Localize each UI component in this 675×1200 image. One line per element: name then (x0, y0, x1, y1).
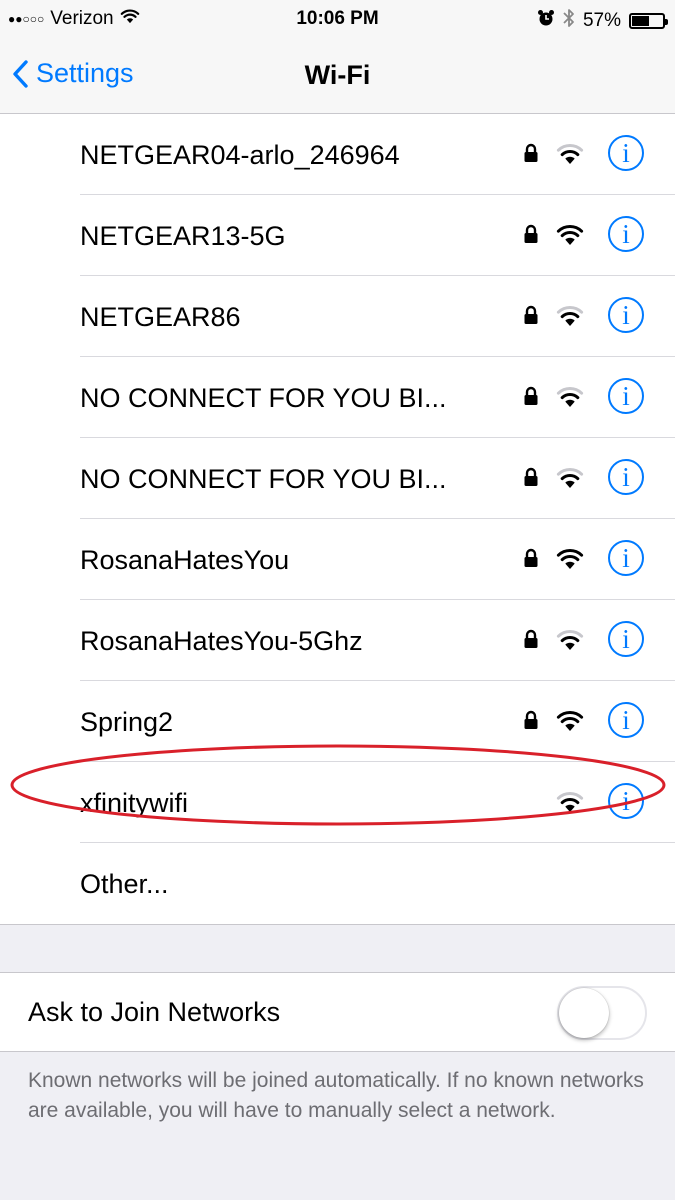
ask-to-join-footnote: Known networks will be joined automatica… (28, 1069, 644, 1122)
info-icon[interactable]: i (608, 540, 644, 576)
network-name: Spring2 (80, 707, 174, 737)
info-icon[interactable]: i (608, 135, 644, 171)
wifi-signal-icon (556, 791, 584, 818)
wifi-signal-icon (556, 305, 584, 332)
lock-icon (523, 629, 539, 654)
info-icon[interactable]: i (608, 297, 644, 333)
status-bar: ●●○○○ Verizon 10:06 PM 57% (0, 0, 675, 40)
lock-icon (523, 467, 539, 492)
lock-icon (523, 143, 539, 168)
wifi-signal-icon (556, 386, 584, 413)
info-icon[interactable]: i (608, 702, 644, 738)
navigation-bar: Settings Wi-Fi (0, 40, 675, 114)
page-title: Wi-Fi (304, 60, 371, 90)
network-name: RosanaHatesYou-5Ghz (80, 626, 363, 656)
network-name: NETGEAR04-arlo_246964 (80, 140, 400, 170)
lock-icon (523, 548, 539, 573)
wifi-signal-icon (556, 467, 584, 494)
lock-icon (523, 305, 539, 330)
lock-icon (523, 710, 539, 735)
network-name: RosanaHatesYou (80, 545, 290, 575)
status-right: 57% (537, 8, 668, 34)
wifi-signal-icon (556, 629, 584, 656)
network-row[interactable]: RosanaHatesYou-5Ghz i (80, 600, 675, 681)
wifi-signal-icon (556, 710, 584, 737)
battery-percent: 57% (582, 10, 621, 31)
battery-icon (629, 13, 668, 29)
ask-to-join-row: Ask to Join Networks (0, 972, 675, 1052)
network-name: NETGEAR86 (80, 302, 241, 332)
network-row[interactable]: Spring2 i (80, 681, 675, 762)
lock-icon (523, 224, 539, 249)
network-row[interactable]: xfinitywifi i (80, 762, 675, 843)
wifi-signal-icon (556, 548, 584, 575)
network-name: xfinitywifi (80, 788, 189, 818)
toggle-knob (559, 988, 609, 1038)
info-icon[interactable]: i (608, 783, 644, 819)
info-icon[interactable]: i (608, 378, 644, 414)
wifi-signal-icon (556, 224, 584, 251)
network-row[interactable]: NETGEAR04-arlo_246964 i (80, 114, 675, 195)
network-list: NETGEAR04-arlo_246964 i NETGEAR13-5G i NETGE… (0, 114, 675, 925)
info-icon[interactable]: i (608, 459, 644, 495)
ask-to-join-toggle[interactable] (557, 986, 647, 1040)
ask-to-join-label: Ask to Join Networks (28, 997, 281, 1027)
info-icon[interactable]: i (608, 621, 644, 657)
network-row[interactable]: NO CONNECT FOR YOU BI... i (80, 438, 675, 519)
network-row[interactable]: NETGEAR13-5G i (80, 195, 675, 276)
alarm-icon (537, 9, 555, 33)
network-name: NO CONNECT FOR YOU BI... (80, 464, 447, 494)
lock-icon (523, 386, 539, 411)
info-icon[interactable]: i (608, 216, 644, 252)
network-name: NETGEAR13-5G (80, 221, 286, 251)
wifi-signal-icon (556, 143, 584, 170)
network-row[interactable]: RosanaHatesYou i (80, 519, 675, 600)
other-network-row[interactable]: Other... (80, 843, 675, 924)
network-row[interactable]: NETGEAR86 i (80, 276, 675, 357)
other-network-label: Other... (80, 869, 169, 899)
bluetooth-icon (563, 8, 575, 34)
network-name: NO CONNECT FOR YOU BI... (80, 383, 447, 413)
network-row[interactable]: NO CONNECT FOR YOU BI... i (80, 357, 675, 438)
battery-level-fill (632, 16, 649, 26)
battery-tip (665, 19, 668, 25)
